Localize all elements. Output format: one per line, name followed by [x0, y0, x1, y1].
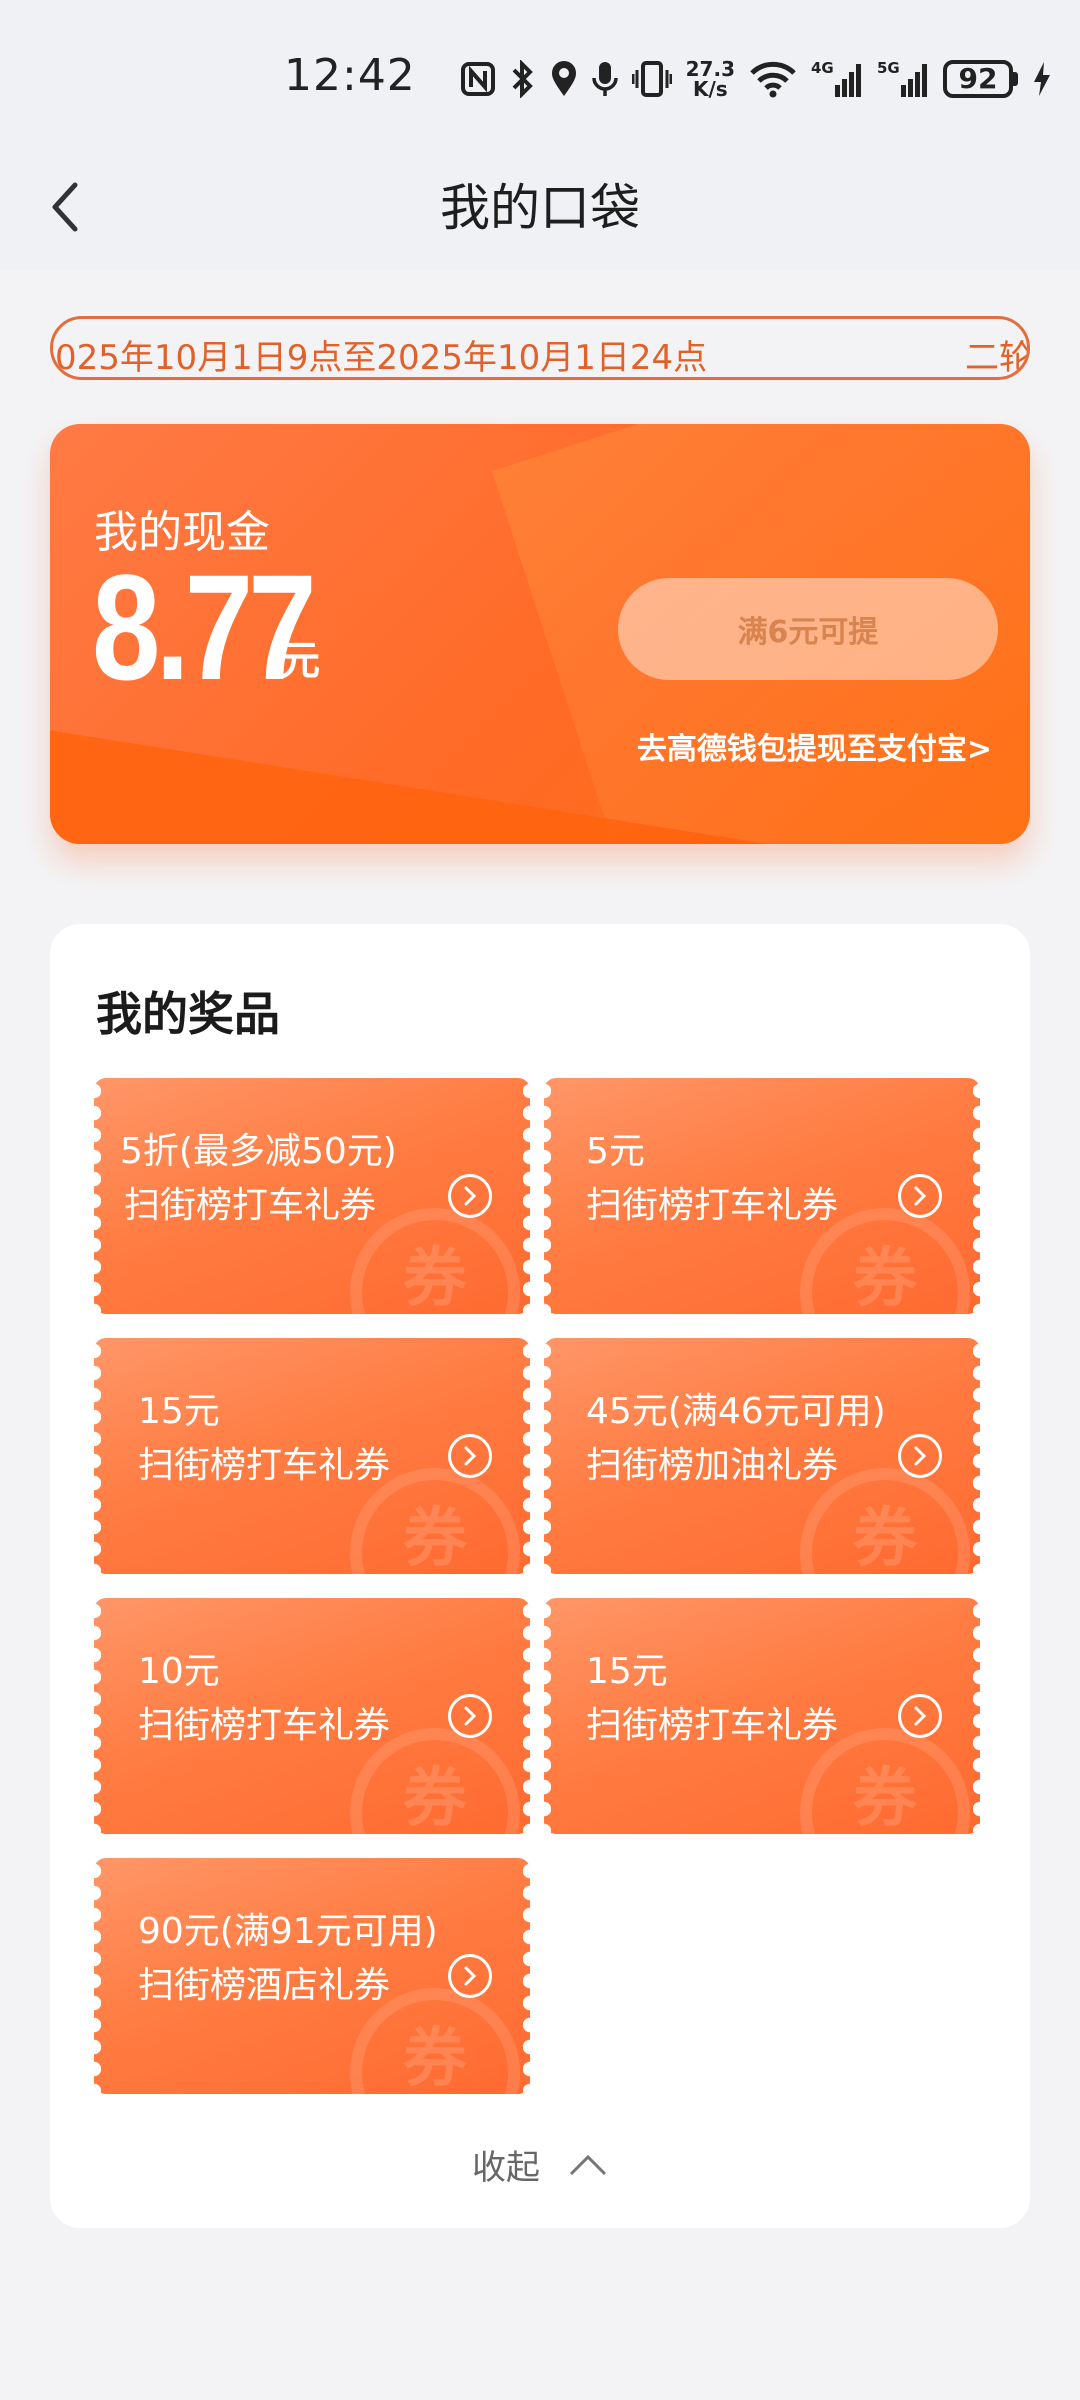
svg-text:5G: 5G — [877, 59, 900, 77]
coupon-card[interactable]: 券 10元 扫街榜打车礼券 — [94, 1598, 530, 1834]
signal-4g-icon: 4G — [811, 59, 863, 99]
coupon-card[interactable]: 券 15元 扫街榜打车礼券 — [544, 1598, 980, 1834]
coupon-amount: 5元 — [586, 1131, 645, 1172]
nfc-icon — [460, 61, 496, 97]
signal-5g-icon: 5G — [877, 59, 929, 99]
coupon-amount: 45元(满46元可用) — [586, 1391, 886, 1432]
prizes-title: 我的奖品 — [96, 987, 280, 1041]
page-title: 我的口袋 — [440, 179, 640, 237]
chevron-right-circle-icon[interactable] — [448, 1954, 492, 1998]
chevron-right-circle-icon[interactable] — [898, 1694, 942, 1738]
coupon-amount: 5折(最多减50元) — [120, 1131, 397, 1172]
coupon-type: 扫街榜打车礼券 — [138, 1445, 391, 1486]
coupon-type: 扫街榜打车礼券 — [124, 1185, 377, 1226]
coupon-card[interactable]: 券 90元(满91元可用) 扫街榜酒店礼券 — [94, 1858, 530, 2094]
coupon-card[interactable]: 券 5折(最多减50元) 扫街榜打车礼券 — [94, 1078, 530, 1314]
svg-text:4G: 4G — [811, 59, 834, 77]
coupon-card[interactable]: 券 45元(满46元可用) 扫街榜加油礼券 — [544, 1338, 980, 1574]
notice-marquee: 025年10月1日9点至2025年10月1日24点 二轮 — [50, 316, 1030, 380]
mic-icon — [591, 60, 618, 98]
chevron-right-circle-icon[interactable] — [448, 1694, 492, 1738]
prizes-panel: 我的奖品 券 5折(最多减50元) 扫街榜打车礼券 券 5元 扫街榜打车礼券 券… — [50, 924, 1030, 2228]
coupon-amount: 15元 — [586, 1651, 668, 1692]
status-time: 12:42 — [284, 50, 416, 101]
coupon-card[interactable]: 券 5元 扫街榜打车礼券 — [544, 1078, 980, 1314]
vibrate-icon — [631, 60, 672, 98]
chevron-right-circle-icon[interactable] — [448, 1434, 492, 1478]
coupon-type: 扫街榜打车礼券 — [586, 1185, 839, 1226]
collapse-button[interactable]: 收起 — [50, 2140, 1030, 2189]
withdraw-button[interactable]: 满6元可提 — [618, 578, 998, 680]
location-icon — [550, 60, 578, 98]
wifi-icon — [749, 60, 797, 98]
wallet-withdraw-link[interactable]: 去高德钱包提现至支付宝> — [637, 724, 992, 768]
cash-card: 我的现金 8.77 元 满6元可提 去高德钱包提现至支付宝> — [50, 424, 1030, 844]
notice-text-next: 二轮 — [965, 338, 1030, 378]
coupon-card[interactable]: 券 15元 扫街榜打车礼券 — [94, 1338, 530, 1574]
chevron-right-circle-icon[interactable] — [898, 1434, 942, 1478]
battery-indicator: 92 — [943, 60, 1018, 98]
coupon-amount: 15元 — [138, 1391, 220, 1432]
notice-text: 025年10月1日9点至2025年10月1日24点 — [55, 338, 708, 378]
chevron-right-circle-icon[interactable] — [898, 1174, 942, 1218]
coupon-type: 扫街榜打车礼券 — [138, 1705, 391, 1746]
chevron-right-circle-icon[interactable] — [448, 1174, 492, 1218]
coupon-type: 扫街榜加油礼券 — [586, 1445, 839, 1486]
net-speed: 27.3 K/s — [685, 57, 735, 101]
cash-amount: 8.77 元 — [92, 552, 320, 702]
collapse-label: 收起 — [472, 2148, 540, 2188]
charging-icon — [1032, 60, 1052, 98]
status-icons: 27.3 K/s 4G 5G 92 — [460, 54, 1052, 104]
coupon-amount: 90元(满91元可用) — [138, 1911, 438, 1952]
coupon-type: 扫街榜酒店礼券 — [138, 1965, 391, 2006]
chevron-up-icon — [569, 2154, 607, 2175]
status-bar: 12:42 27.3 K/s 4G 5G 92 — [0, 0, 1080, 150]
coupon-type: 扫街榜打车礼券 — [586, 1705, 839, 1746]
coupon-amount: 10元 — [138, 1651, 220, 1692]
cash-value: 8.77 — [92, 543, 317, 711]
nav-bar: 我的口袋 — [0, 150, 1080, 270]
bluetooth-icon — [510, 60, 536, 98]
